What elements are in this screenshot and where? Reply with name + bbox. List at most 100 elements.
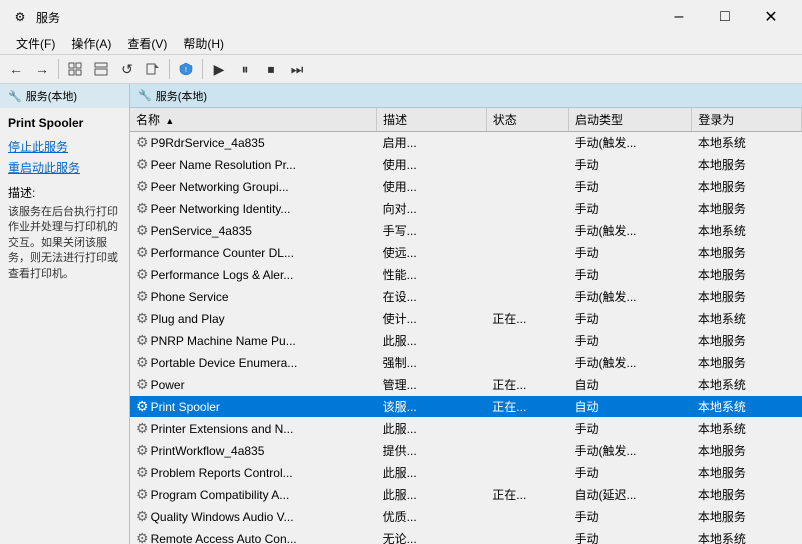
gear-icon: ⚙ — [136, 420, 149, 437]
menu-view[interactable]: 查看(V) — [119, 33, 175, 54]
table-row[interactable]: ⚙P9RdrService_4a835启用...手动(触发...本地系统 — [130, 132, 802, 154]
service-name-cell: ⚙Print Spooler — [130, 396, 377, 418]
back-button[interactable]: ← — [4, 58, 28, 80]
table-row[interactable]: ⚙Performance Logs & Aler...性能...手动本地服务 — [130, 264, 802, 286]
gear-icon: ⚙ — [136, 464, 149, 481]
gear-icon: ⚙ — [136, 244, 149, 261]
right-panel: 🔧 服务(本地) 名称 ▲ 描述 状态 启动类型 登录为 — [130, 84, 802, 544]
shield-button[interactable]: ! — [174, 58, 198, 80]
menu-file[interactable]: 文件(F) — [8, 33, 63, 54]
service-start-cell: 自动 — [569, 396, 692, 418]
service-login-cell: 本地服务 — [692, 352, 802, 374]
service-desc-cell: 此服... — [377, 330, 487, 352]
service-status-cell — [486, 220, 568, 242]
stop-button[interactable]: ⏹ — [259, 58, 283, 80]
menu-bar: 文件(F) 操作(A) 查看(V) 帮助(H) — [0, 32, 802, 54]
service-name-text: Phone Service — [151, 290, 229, 304]
table-row[interactable]: ⚙Problem Reports Control...此服...手动本地服务 — [130, 462, 802, 484]
service-login-cell: 本地服务 — [692, 462, 802, 484]
service-start-cell: 手动(触发... — [569, 352, 692, 374]
pause-button[interactable]: ⏸ — [233, 58, 257, 80]
menu-action[interactable]: 操作(A) — [63, 33, 119, 54]
gear-icon: ⚙ — [136, 310, 149, 327]
service-name-text: Quality Windows Audio V... — [151, 510, 294, 524]
close-button[interactable]: ✕ — [748, 4, 794, 30]
service-status-cell — [486, 198, 568, 220]
service-name-text: Peer Name Resolution Pr... — [151, 158, 296, 172]
col-header-desc[interactable]: 描述 — [377, 108, 487, 132]
service-name-cell: ⚙PNRP Machine Name Pu... — [130, 330, 377, 352]
service-name-text: Peer Networking Identity... — [151, 202, 291, 216]
table-row[interactable]: ⚙Quality Windows Audio V...优质...手动本地服务 — [130, 506, 802, 528]
service-status-cell: 正在... — [486, 484, 568, 506]
restart-service-link[interactable]: 重启动此服务 — [8, 159, 121, 176]
service-desc-cell: 手写... — [377, 220, 487, 242]
forward-button[interactable]: → — [30, 58, 54, 80]
play-button[interactable]: ▶ — [207, 58, 231, 80]
service-desc-cell: 强制... — [377, 352, 487, 374]
show-hide-button[interactable] — [89, 58, 113, 80]
title-bar: ⚙ 服务 – □ ✕ — [0, 0, 802, 32]
table-row[interactable]: ⚙Program Compatibility A...此服...正在...自动(… — [130, 484, 802, 506]
gear-icon: ⚙ — [136, 288, 149, 305]
col-header-name[interactable]: 名称 ▲ — [130, 108, 377, 132]
stop-service-link[interactable]: 停止此服务 — [8, 138, 121, 155]
desc-label: 描述: — [8, 184, 121, 201]
toolbar-sep-3 — [202, 59, 203, 79]
service-description: 该服务在后台执行打印作业并处理与打印机的交互。如果关闭该服务，则无法进行打印或查… — [8, 205, 121, 282]
table-row[interactable]: ⚙Remote Access Auto Con...无论...手动本地系统 — [130, 528, 802, 544]
service-start-cell: 自动(延迟... — [569, 484, 692, 506]
export-button[interactable] — [141, 58, 165, 80]
table-row[interactable]: ⚙Portable Device Enumera...强制...手动(触发...… — [130, 352, 802, 374]
table-row[interactable]: ⚙Phone Service在设...手动(触发...本地服务 — [130, 286, 802, 308]
service-name-cell: ⚙Peer Name Resolution Pr... — [130, 154, 377, 176]
service-login-cell: 本地系统 — [692, 132, 802, 154]
service-desc-cell: 此服... — [377, 484, 487, 506]
table-row[interactable]: ⚙Peer Name Resolution Pr...使用...手动本地服务 — [130, 154, 802, 176]
table-row[interactable]: ⚙Plug and Play使计...正在...手动本地系统 — [130, 308, 802, 330]
menu-help[interactable]: 帮助(H) — [175, 33, 232, 54]
service-login-cell: 本地系统 — [692, 528, 802, 544]
services-table-container[interactable]: 名称 ▲ 描述 状态 启动类型 登录为 ⚙P9RdrService_4a835启… — [130, 108, 802, 544]
table-row[interactable]: ⚙Printer Extensions and N...此服...手动本地系统 — [130, 418, 802, 440]
restart-button[interactable]: ⏭ — [285, 58, 309, 80]
service-login-cell: 本地系统 — [692, 374, 802, 396]
table-row[interactable]: ⚙Peer Networking Identity...向对...手动本地服务 — [130, 198, 802, 220]
table-row[interactable]: ⚙PenService_4a835手写...手动(触发...本地系统 — [130, 220, 802, 242]
col-header-status[interactable]: 状态 — [486, 108, 568, 132]
toolbar-sep-2 — [169, 59, 170, 79]
title-bar-controls: – □ ✕ — [656, 4, 794, 30]
table-row[interactable]: ⚙PrintWorkflow_4a835提供...手动(触发...本地服务 — [130, 440, 802, 462]
service-name-text: Program Compatibility A... — [151, 488, 290, 502]
table-row[interactable]: ⚙PNRP Machine Name Pu...此服...手动本地服务 — [130, 330, 802, 352]
service-name-text: Print Spooler — [151, 400, 220, 414]
service-status-cell — [486, 440, 568, 462]
table-row[interactable]: ⚙Power管理...正在...自动本地系统 — [130, 374, 802, 396]
gear-icon: ⚙ — [136, 354, 149, 371]
service-login-cell: 本地服务 — [692, 286, 802, 308]
minimize-button[interactable]: – — [656, 4, 702, 30]
service-name-cell: ⚙Performance Counter DL... — [130, 242, 377, 264]
service-name-cell: ⚙PenService_4a835 — [130, 220, 377, 242]
table-row[interactable]: ⚙Performance Counter DL...使远...手动本地服务 — [130, 242, 802, 264]
up-button[interactable] — [63, 58, 87, 80]
service-start-cell: 手动 — [569, 308, 692, 330]
selected-service-name: Print Spooler — [8, 116, 121, 130]
gear-icon: ⚙ — [136, 442, 149, 459]
app-icon: ⚙ — [12, 9, 28, 25]
col-header-start[interactable]: 启动类型 — [569, 108, 692, 132]
service-name-cell: ⚙Printer Extensions and N... — [130, 418, 377, 440]
service-name-cell: ⚙Problem Reports Control... — [130, 462, 377, 484]
service-desc-cell: 使用... — [377, 176, 487, 198]
toolbar: ← → ↺ ! ▶ ⏸ ⏹ ⏭ — [0, 54, 802, 84]
service-name-cell: ⚙Power — [130, 374, 377, 396]
table-row[interactable]: ⚙Peer Networking Groupi...使用...手动本地服务 — [130, 176, 802, 198]
table-row[interactable]: ⚙Print Spooler该服...正在...自动本地系统 — [130, 396, 802, 418]
svg-text:!: ! — [185, 67, 187, 74]
col-header-login[interactable]: 登录为 — [692, 108, 802, 132]
service-start-cell: 手动 — [569, 176, 692, 198]
title-bar-text: 服务 — [36, 9, 60, 26]
gear-icon: ⚙ — [136, 266, 149, 283]
refresh-button[interactable]: ↺ — [115, 58, 139, 80]
maximize-button[interactable]: □ — [702, 4, 748, 30]
